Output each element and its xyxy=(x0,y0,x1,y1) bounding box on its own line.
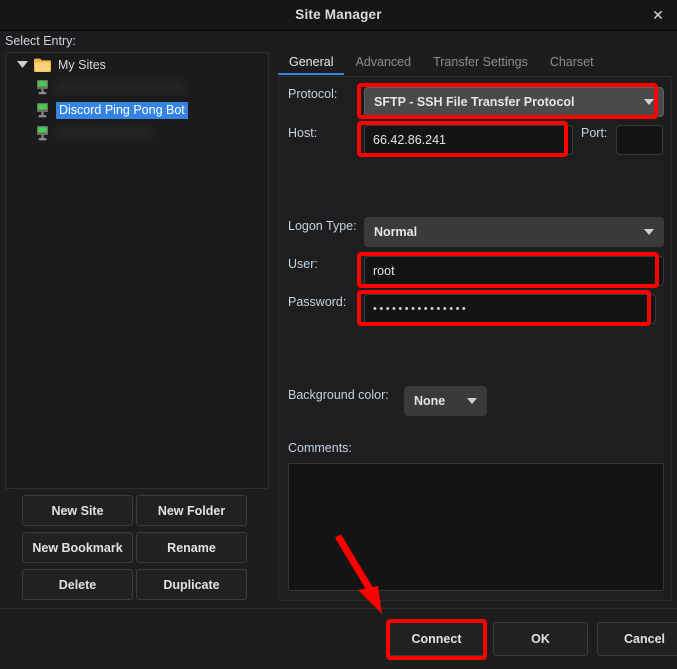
folder-icon xyxy=(34,58,51,72)
server-icon xyxy=(37,125,48,142)
port-row: Port: xyxy=(581,126,607,140)
user-input[interactable]: root xyxy=(364,256,664,286)
port-input[interactable] xyxy=(616,125,663,155)
host-row: Host: xyxy=(288,126,360,140)
tree-item-label xyxy=(56,80,184,95)
tree-root-label: My Sites xyxy=(58,57,106,72)
select-entry-label: Select Entry: xyxy=(5,34,76,48)
tree-item-label xyxy=(56,126,152,141)
site-manager-dialog: Site Manager ✕ Select Entry: My Sites Di… xyxy=(0,0,677,669)
rename-button[interactable]: Rename xyxy=(136,532,247,563)
background-color-combobox[interactable]: None xyxy=(404,386,487,416)
tree-item[interactable] xyxy=(6,76,268,99)
background-color-value: None xyxy=(414,394,446,408)
background-color-row: Background color: xyxy=(288,388,389,402)
new-bookmark-button[interactable]: New Bookmark xyxy=(22,532,133,563)
tree-children: Discord Ping Pong Bot xyxy=(6,76,268,145)
chevron-down-icon xyxy=(644,229,654,235)
connect-button[interactable]: Connect xyxy=(389,622,484,656)
general-settings-panel: Protocol: SFTP - SSH File Transfer Proto… xyxy=(278,76,672,601)
port-label: Port: xyxy=(581,126,608,140)
tree-item[interactable] xyxy=(6,122,268,145)
comments-label: Comments: xyxy=(288,441,352,455)
server-icon xyxy=(37,79,48,96)
tree-root-row[interactable]: My Sites xyxy=(6,53,268,76)
password-input[interactable]: ••••••••••••••• xyxy=(364,294,656,324)
delete-button[interactable]: Delete xyxy=(22,569,133,600)
tab-charset[interactable]: Charset xyxy=(539,55,605,75)
ok-button[interactable]: OK xyxy=(493,622,588,656)
protocol-label: Protocol: xyxy=(288,87,338,101)
titlebar: Site Manager ✕ xyxy=(0,0,677,31)
close-icon[interactable]: ✕ xyxy=(647,5,669,25)
cancel-button[interactable]: Cancel xyxy=(597,622,677,656)
host-input[interactable]: 66.42.86.241 xyxy=(364,125,573,155)
tree-item[interactable]: Discord Ping Pong Bot xyxy=(6,99,268,122)
new-folder-button[interactable]: New Folder xyxy=(136,495,247,526)
password-label: Password: xyxy=(288,295,347,309)
password-row: Password: xyxy=(288,295,360,309)
user-row: User: xyxy=(288,257,360,271)
chevron-down-icon xyxy=(644,99,654,105)
server-icon xyxy=(37,102,48,119)
tab-transfer-settings[interactable]: Transfer Settings xyxy=(422,55,539,75)
dialog-footer-buttons: Connect OK Cancel xyxy=(389,622,677,656)
logon-type-row: Logon Type: xyxy=(288,219,360,233)
host-label: Host: xyxy=(288,126,318,140)
window-title: Site Manager xyxy=(295,7,382,22)
footer-divider xyxy=(0,608,677,609)
tab-advanced[interactable]: Advanced xyxy=(344,55,422,75)
tree-item-label: Discord Ping Pong Bot xyxy=(56,102,188,119)
comments-textarea[interactable] xyxy=(288,463,664,591)
new-site-button[interactable]: New Site xyxy=(22,495,133,526)
logon-type-combobox[interactable]: Normal xyxy=(364,217,664,247)
protocol-value: SFTP - SSH File Transfer Protocol xyxy=(374,95,575,109)
settings-tabs: General Advanced Transfer Settings Charset xyxy=(278,50,672,75)
background-color-label: Background color: xyxy=(288,388,389,402)
duplicate-button[interactable]: Duplicate xyxy=(136,569,247,600)
site-actions-buttons: New Site New Folder New Bookmark Rename Dele… xyxy=(22,495,247,600)
logon-type-label: Logon Type: xyxy=(288,219,357,233)
chevron-down-icon xyxy=(467,398,477,404)
logon-type-value: Normal xyxy=(374,225,418,239)
protocol-row: Protocol: xyxy=(288,87,360,101)
protocol-combobox[interactable]: SFTP - SSH File Transfer Protocol xyxy=(364,87,664,117)
tab-general[interactable]: General xyxy=(278,55,344,75)
chevron-down-icon[interactable] xyxy=(14,53,30,76)
user-label: User: xyxy=(288,257,318,271)
site-tree[interactable]: My Sites Discord Ping Pong Bot xyxy=(5,52,269,489)
